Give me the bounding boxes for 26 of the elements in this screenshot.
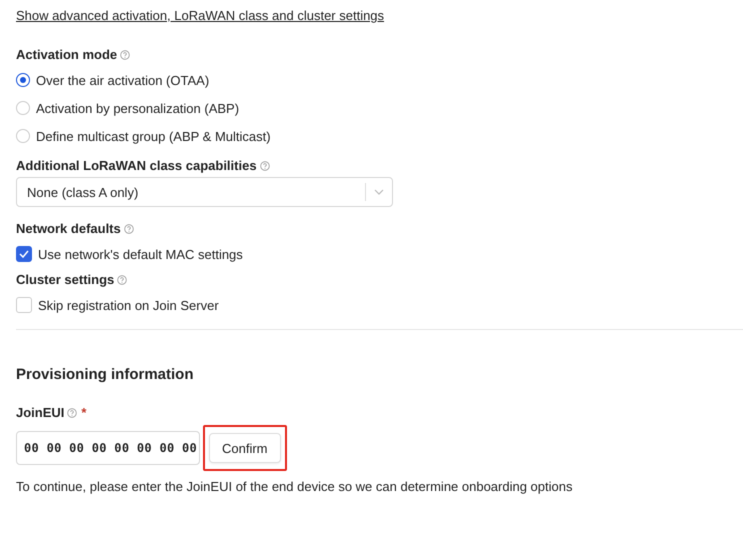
checkbox[interactable] <box>16 246 32 262</box>
option-label: Activation by personalization (ABP) <box>36 100 240 116</box>
join-eui-field[interactable]: 00 00 00 00 00 00 00 00 <box>16 431 200 465</box>
option-label: Over the air activation (OTAA) <box>36 72 210 88</box>
caret-icon <box>374 189 384 195</box>
check-icon <box>19 250 29 258</box>
help-icon <box>67 408 78 418</box>
field-label: Network defaults <box>16 221 121 236</box>
class-select[interactable]: None (class A only) <box>16 177 393 207</box>
option-label: Use network's default MAC settings <box>38 246 243 262</box>
section-heading: Provisioning information <box>16 366 195 383</box>
help-icon <box>120 50 130 60</box>
option-label: Define multicast group (ABP & Multicast) <box>36 128 271 144</box>
radio-button[interactable] <box>16 73 30 87</box>
option-label: Skip registration on Join Server <box>38 298 219 312</box>
required-mark: * <box>81 405 86 420</box>
help-icon <box>124 224 134 234</box>
hint-text: To continue, please enter the JoinEUI of the end device so we can determine onboarding options <box>16 479 574 494</box>
field-label: Activation mode <box>16 47 118 62</box>
help-icon <box>260 160 270 170</box>
confirm-button[interactable]: Confirm <box>209 433 281 463</box>
field-label: Additional LoRaWAN class capabilities <box>16 158 257 173</box>
advanced-settings-link[interactable]: Show advanced activation, LoRaWAN class and cluster settings <box>16 8 384 23</box>
help-icon <box>117 274 128 284</box>
field-label: Cluster settings <box>16 272 114 287</box>
field-label: JoinEUI <box>16 405 64 420</box>
